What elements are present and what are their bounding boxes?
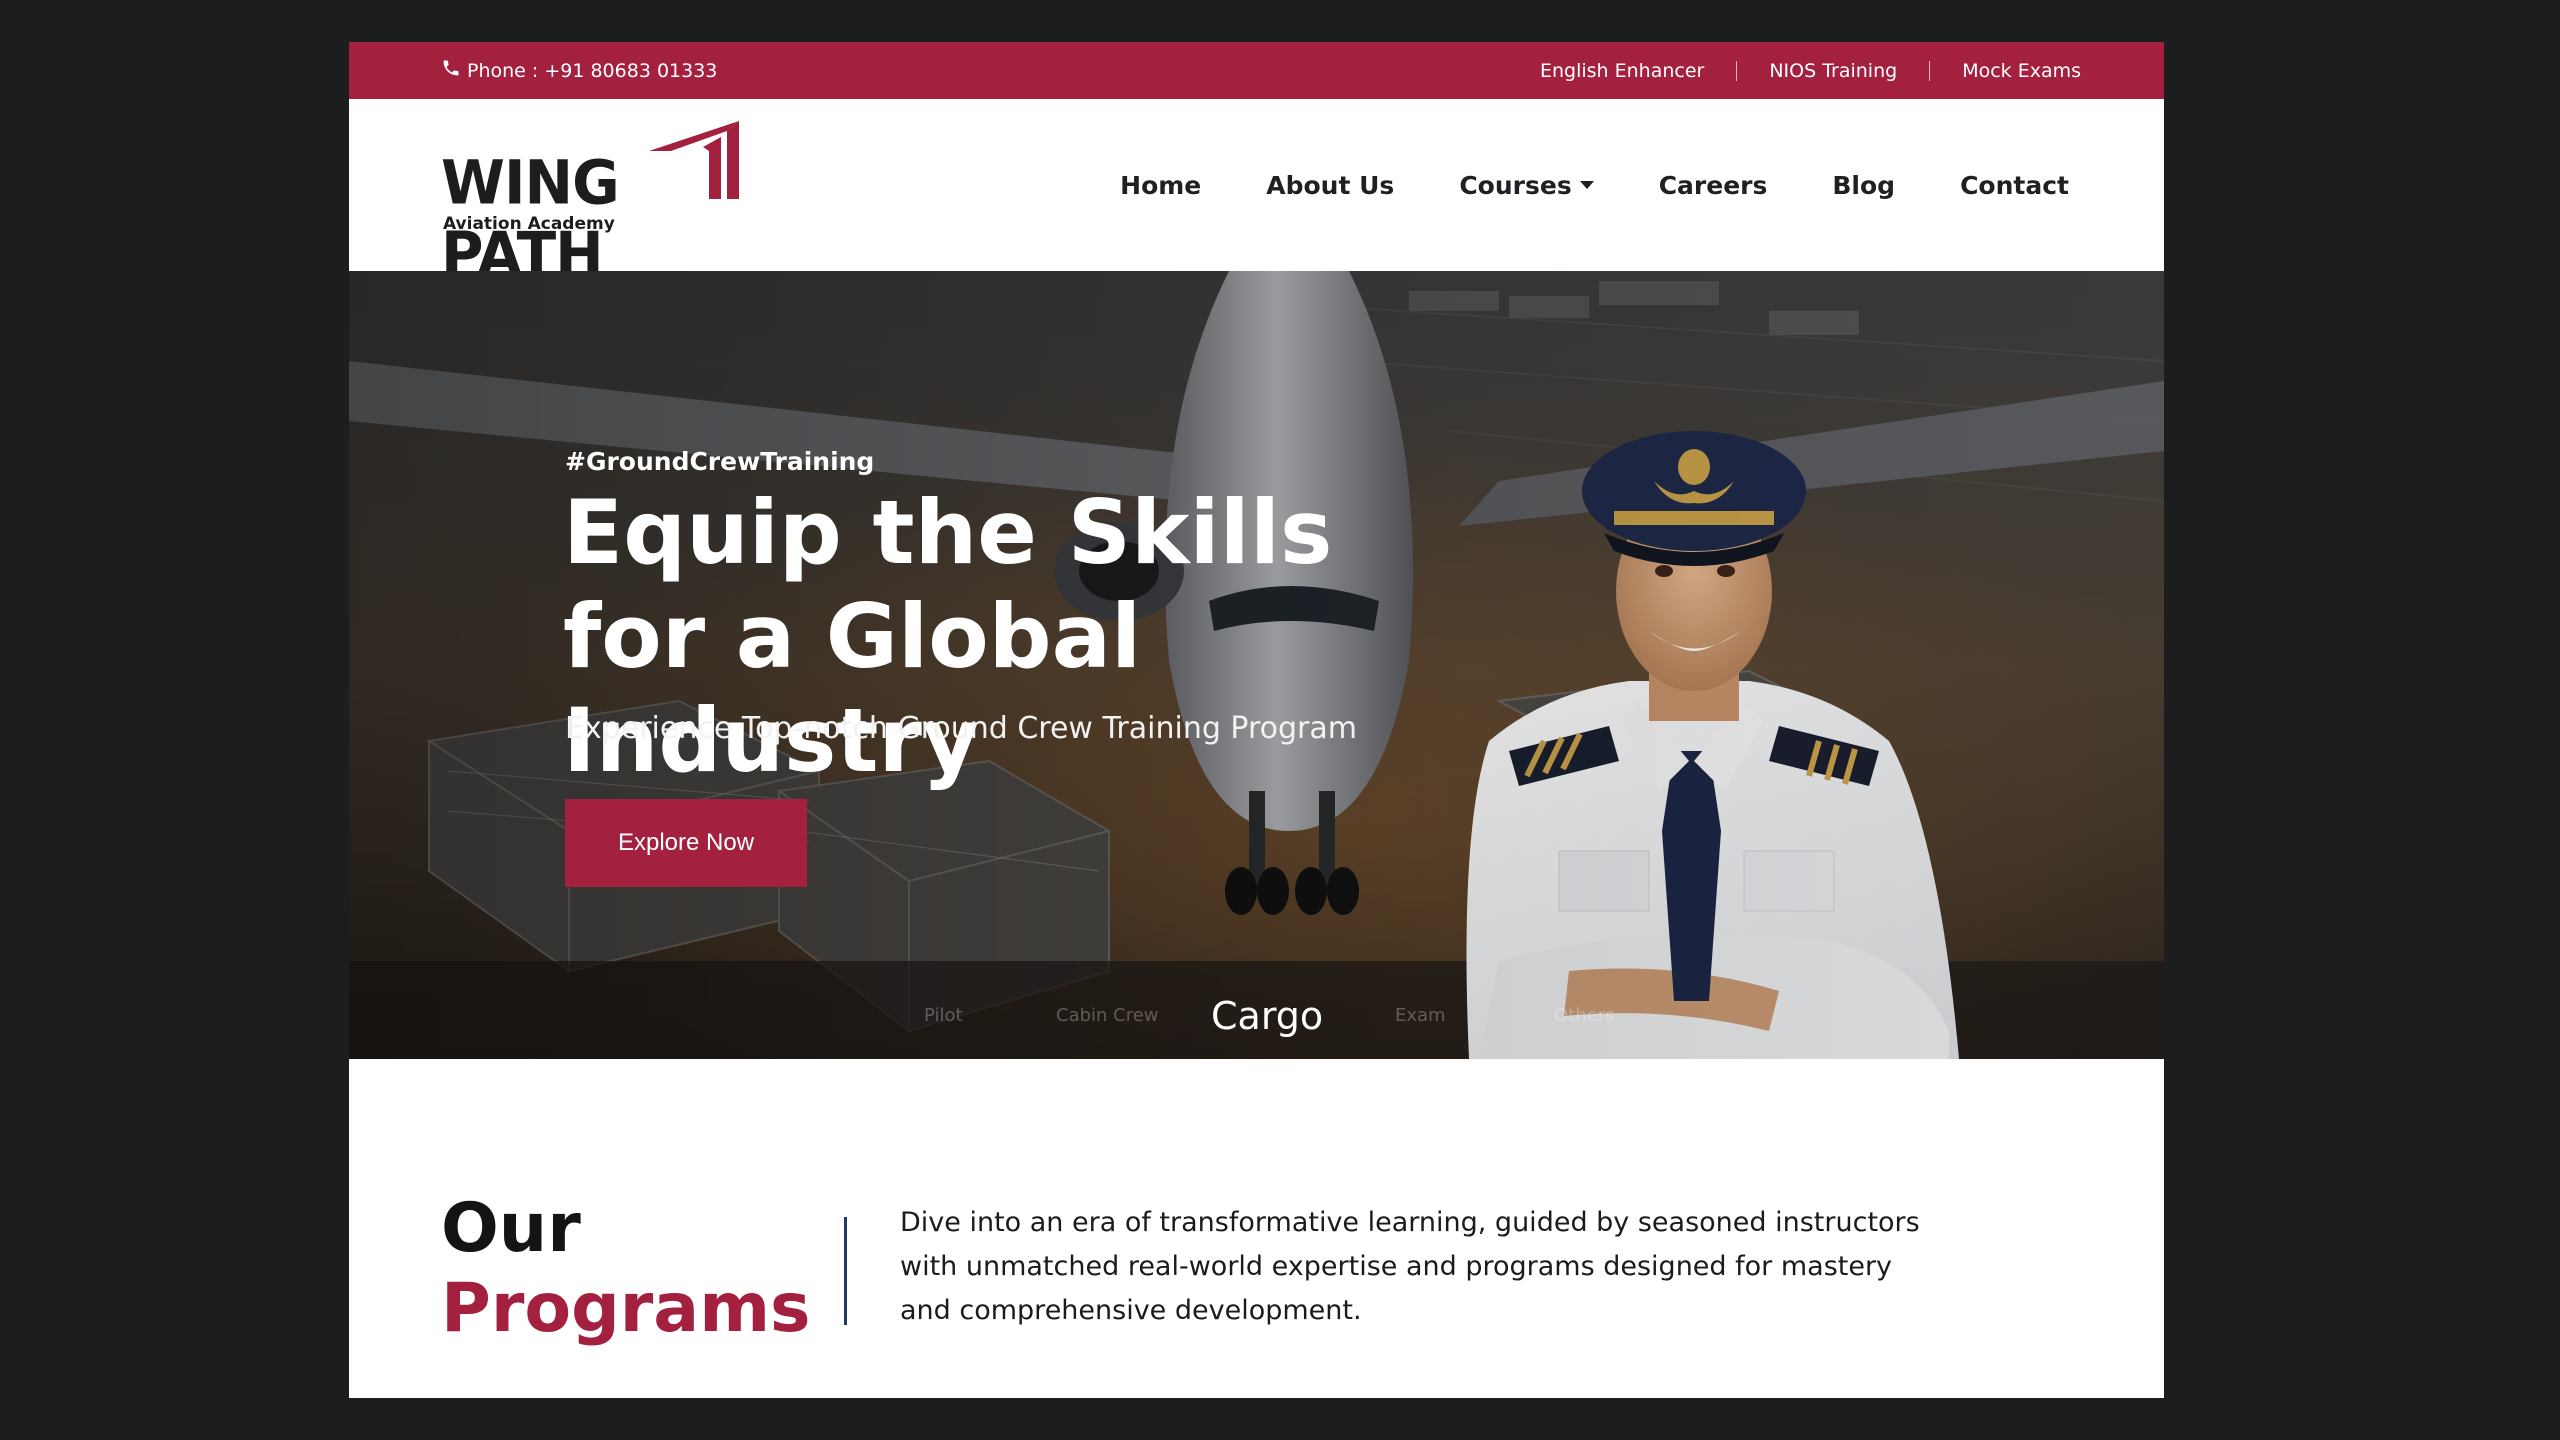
nav-blog[interactable]: Blog bbox=[1832, 171, 1895, 200]
programs-heading-line1: Our bbox=[441, 1189, 581, 1268]
programs-heading-line2: Programs bbox=[441, 1269, 811, 1348]
top-bar: Phone : +91 80683 01333 English Enhancer… bbox=[349, 42, 2164, 99]
programs-divider bbox=[844, 1217, 847, 1325]
top-link-english-enhancer[interactable]: English Enhancer bbox=[1540, 60, 1704, 82]
top-link-nios-training[interactable]: NIOS Training bbox=[1769, 60, 1897, 82]
nav-home[interactable]: Home bbox=[1120, 171, 1201, 200]
hero-title: Equip the Skills for a Global Industry bbox=[563, 481, 1333, 792]
logo[interactable]: WING PATH Aviation Academy bbox=[441, 121, 741, 290]
website-frame: Phone : +91 80683 01333 English Enhancer… bbox=[349, 42, 2164, 1398]
slide-tab-cabin-crew[interactable]: Cabin Crew bbox=[1056, 991, 1159, 1041]
main-nav: Home About Us Courses Careers Blog Conta… bbox=[1055, 99, 2069, 271]
site-header: WING PATH Aviation Academy Home About Us… bbox=[349, 99, 2164, 290]
nav-label: Blog bbox=[1832, 170, 1896, 200]
programs-heading: Our Programs bbox=[441, 1189, 811, 1349]
hero-banner: #GroundCrewTraining Equip the Skills for… bbox=[349, 271, 2164, 1059]
hero-hashtag: #GroundCrewTraining bbox=[565, 447, 875, 476]
nav-about-us[interactable]: About Us bbox=[1266, 171, 1394, 200]
phone-text: Phone : +91 80683 01333 bbox=[467, 59, 718, 82]
logo-subtitle: Aviation Academy bbox=[443, 214, 615, 234]
nav-contact[interactable]: Contact bbox=[1960, 171, 2069, 200]
nav-courses[interactable]: Courses bbox=[1459, 170, 1594, 200]
logo-arrow-icon bbox=[649, 121, 739, 199]
nav-label: About Us bbox=[1266, 170, 1395, 200]
top-link-separator bbox=[1929, 60, 1931, 81]
nav-label: Home bbox=[1120, 170, 1202, 200]
hero-slide-selector: Pilot Cabin Crew Cargo Exam Others bbox=[349, 991, 2164, 1041]
nav-careers[interactable]: Careers bbox=[1659, 171, 1768, 200]
slide-tab-others[interactable]: Others bbox=[1554, 991, 1615, 1041]
phone-icon bbox=[441, 58, 461, 83]
caret-down-icon bbox=[1579, 181, 1594, 189]
hero-subtitle: Experience Top-notch Ground Crew Trainin… bbox=[565, 711, 1357, 746]
slide-tab-cargo[interactable]: Cargo bbox=[1211, 991, 1323, 1041]
programs-section: Our Programs Dive into an era of transfo… bbox=[349, 1059, 2164, 1398]
nav-label: Careers bbox=[1658, 170, 1768, 200]
phone-contact[interactable]: Phone : +91 80683 01333 bbox=[441, 42, 717, 99]
nav-label: Courses bbox=[1459, 170, 1572, 200]
slide-tab-exam[interactable]: Exam bbox=[1395, 991, 1446, 1041]
programs-description: Dive into an era of transformative learn… bbox=[900, 1207, 1920, 1326]
top-link-separator bbox=[1736, 60, 1738, 81]
explore-now-button[interactable]: Explore Now bbox=[565, 799, 807, 887]
top-link-mock-exams[interactable]: Mock Exams bbox=[1962, 60, 2081, 82]
top-links: English Enhancer NIOS Training Mock Exam… bbox=[1540, 42, 2081, 99]
nav-label: Contact bbox=[1960, 170, 2069, 200]
slide-tab-pilot[interactable]: Pilot bbox=[924, 991, 963, 1041]
